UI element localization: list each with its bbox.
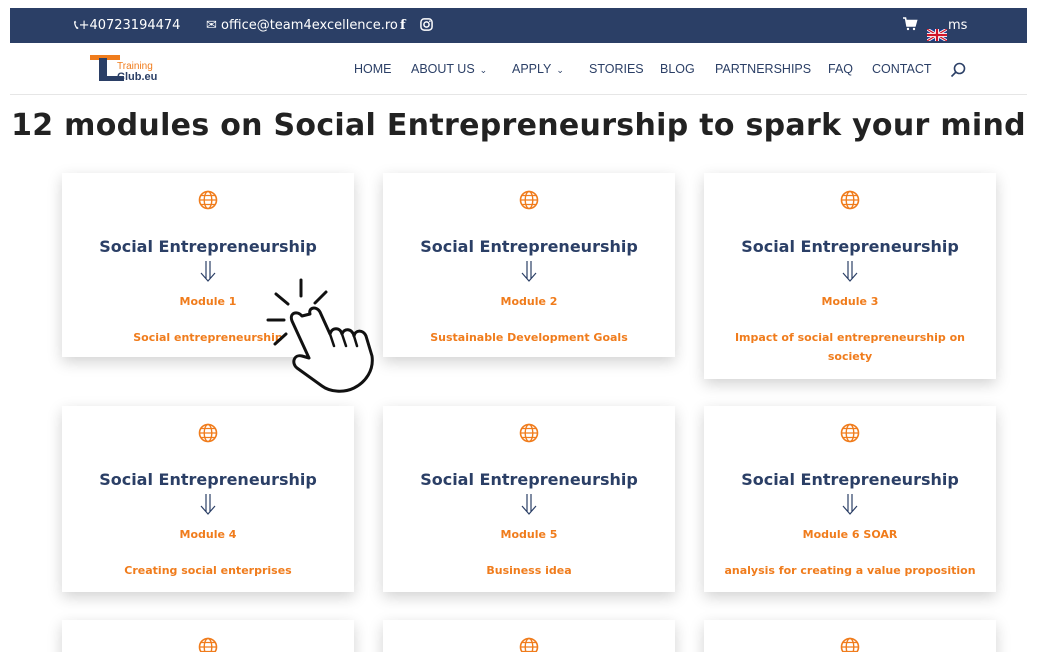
globe-icon [519, 637, 539, 652]
main-navbar: Training Club.eu HOME ABOUT US ⌄ APPLY ⌄ S… [10, 43, 1027, 95]
top-contact-bar: 📞︎+40723194474 ✉ office@team4excellence.… [10, 8, 1027, 43]
nav-faq[interactable]: FAQ [828, 43, 853, 95]
mail-icon: ✉ [206, 18, 217, 33]
globe-icon [840, 423, 860, 443]
globe-icon [519, 190, 539, 210]
chevron-down-icon: ⌄ [479, 65, 488, 75]
arrow-down-icon [521, 261, 537, 282]
module-card-3[interactable]: Social Entrepreneurship Module 3 Impact … [704, 173, 996, 379]
cart-icon[interactable] [902, 8, 918, 43]
nav-apply[interactable]: APPLY ⌄ [512, 43, 564, 95]
nav-partnerships[interactable]: PARTNERSHIPS [715, 43, 811, 95]
email-link[interactable]: ✉ office@team4excellence.ro [206, 8, 398, 43]
site-logo[interactable]: Training Club.eu [90, 54, 160, 86]
module-card-7[interactable] [62, 620, 354, 652]
card-title: Social Entrepreneurship [99, 237, 317, 256]
card-title: Social Entrepreneurship [420, 470, 638, 489]
uk-flag-icon[interactable] [926, 20, 948, 43]
arrow-down-icon [521, 494, 537, 515]
arrow-down-icon [842, 261, 858, 282]
page-title: 12 modules on Social Entrepreneurship to… [11, 108, 1026, 143]
logo-text-club: Club.eu [117, 71, 158, 83]
globe-icon [840, 637, 860, 652]
nav-home[interactable]: HOME [354, 43, 392, 95]
card-title: Social Entrepreneurship [99, 470, 317, 489]
card-title: Social Entrepreneurship [420, 237, 638, 256]
globe-icon [198, 637, 218, 652]
instagram-icon[interactable] [420, 8, 433, 43]
module-card-9[interactable] [704, 620, 996, 652]
hand-pointer-icon [266, 278, 374, 393]
card-title: Social Entrepreneurship [741, 237, 959, 256]
arrow-down-icon [842, 494, 858, 515]
card-module-label: Module 4 [179, 528, 237, 541]
chevron-down-icon: ⌄ [556, 65, 564, 75]
arrow-down-icon [200, 261, 216, 282]
card-description: Impact of social entrepreneurship on soc… [734, 331, 966, 363]
arrow-down-icon [200, 494, 216, 515]
facebook-icon[interactable]: f [400, 8, 406, 43]
phone-link[interactable]: 📞︎+40723194474 [74, 8, 180, 43]
card-module-label: Module 5 [500, 528, 558, 541]
card-module-label: Module 6 SOAR [802, 528, 898, 541]
globe-icon [840, 190, 860, 210]
module-card-5[interactable]: Social Entrepreneurship Module 5 Busines… [383, 406, 675, 592]
nav-stories[interactable]: STORIES [589, 43, 644, 95]
card-description: analysis for creating a value propositio… [724, 564, 976, 577]
module-card-2[interactable]: Social Entrepreneurship Module 2 Sustain… [383, 173, 675, 357]
card-description: Sustainable Development Goals [430, 331, 628, 344]
nav-about-us[interactable]: ABOUT US ⌄ [411, 43, 487, 95]
module-card-4[interactable]: Social Entrepreneurship Module 4 Creatin… [62, 406, 354, 592]
globe-icon [198, 423, 218, 443]
module-card-6[interactable]: Social Entrepreneurship Module 6 SOAR an… [704, 406, 996, 592]
language-label[interactable]: ms [948, 8, 967, 43]
module-card-8[interactable] [383, 620, 675, 652]
nav-blog[interactable]: BLOG [660, 43, 695, 95]
card-module-label: Module 2 [500, 295, 558, 308]
card-description: Business idea [486, 564, 572, 577]
card-description: Creating social enterprises [124, 564, 292, 577]
card-title: Social Entrepreneurship [741, 470, 959, 489]
search-icon[interactable] [950, 62, 966, 78]
globe-icon [519, 423, 539, 443]
card-module-label: Module 3 [821, 295, 879, 308]
globe-icon [198, 190, 218, 210]
nav-contact[interactable]: CONTACT [872, 43, 932, 95]
